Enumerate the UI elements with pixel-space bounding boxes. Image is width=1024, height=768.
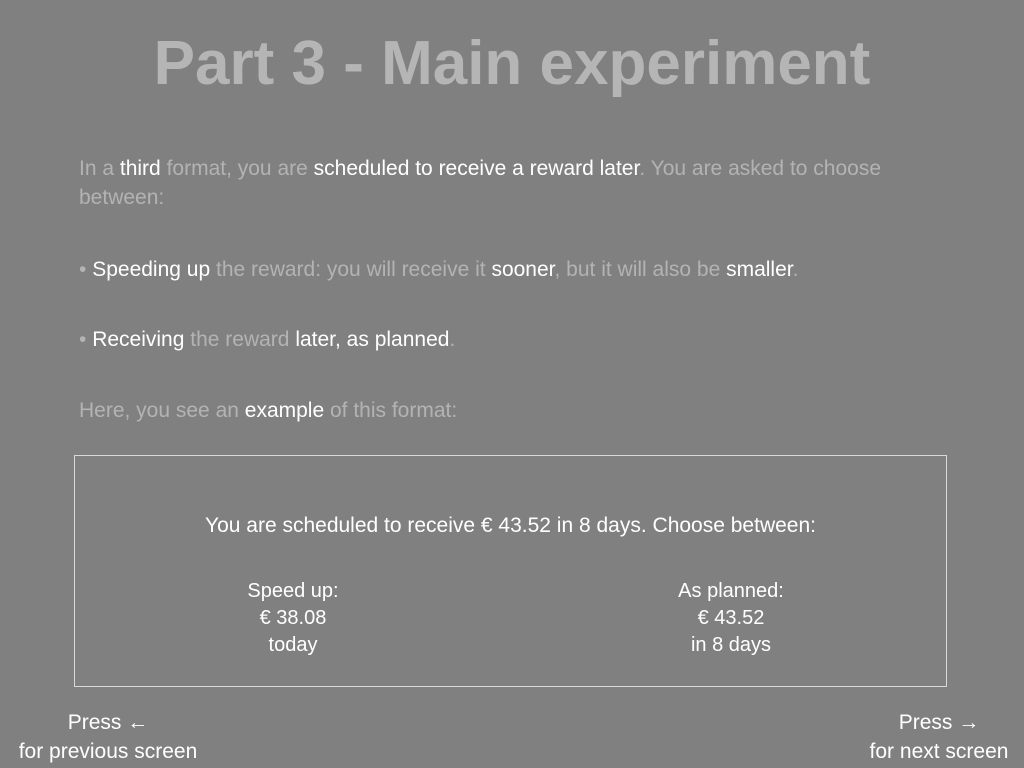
example-prompt: You are scheduled to receive € 43.52 in … <box>205 514 816 537</box>
intro-text-1: In a <box>79 157 120 180</box>
bullet1-text-2: , but it will also be <box>554 258 727 281</box>
next-screen-hint: Press → for next screen <box>856 708 1022 766</box>
option-speed-up-label: Speed up: <box>247 580 339 602</box>
previous-screen-hint: Press ← for previous screen <box>4 708 212 766</box>
example-intro: Here, you see an example of this format: <box>79 396 939 425</box>
bullet1-highlight-speeding: Speeding up <box>92 258 211 281</box>
page-title: Part 3 - Main experiment <box>153 29 871 98</box>
bullet1-text-3: . <box>792 258 799 281</box>
bullet-dot: • <box>79 328 87 351</box>
option-as-planned-amount: € 43.52 <box>697 607 765 629</box>
option-as-planned-label: As planned: <box>678 580 784 602</box>
example-intro-text-2: of this format: <box>324 399 458 422</box>
intro-paragraph: In a third format, you are scheduled to … <box>79 154 939 212</box>
option-speed-up-when: today <box>268 634 318 656</box>
example-choice-box: You are scheduled to receive € 43.52 in … <box>74 455 947 687</box>
bullet-as-planned: • Receiving the reward later, as planned… <box>79 325 939 354</box>
option-speed-up: Speed up: € 38.08 today <box>173 578 413 659</box>
option-as-planned-when: in 8 days <box>690 634 772 656</box>
option-speed-up-amount: € 38.08 <box>259 607 327 629</box>
bullet-speed-up: • Speeding up the reward: you will recei… <box>79 255 939 284</box>
bullet2-highlight-later: later, as planned <box>295 328 450 351</box>
option-as-planned: As planned: € 43.52 in 8 days <box>611 578 851 659</box>
next-screen-key: Press → <box>898 711 980 734</box>
previous-screen-key: Press ← <box>67 711 149 734</box>
intro-highlight-third: third <box>119 157 161 180</box>
bullet-dot: • <box>79 258 87 281</box>
bullet1-highlight-smaller: smaller <box>726 258 793 281</box>
bullet1-highlight-sooner: sooner <box>491 258 555 281</box>
bullet1-text-1: the reward: you will receive it <box>210 258 492 281</box>
example-intro-text-1: Here, you see an <box>79 399 245 422</box>
bullet2-highlight-receiving: Receiving <box>92 328 185 351</box>
bullet2-text-1: the reward <box>184 328 296 351</box>
next-screen-label: for next screen <box>869 740 1009 763</box>
intro-text-2: format, you are <box>160 157 314 180</box>
previous-screen-label: for previous screen <box>18 740 198 763</box>
example-intro-highlight: example <box>244 399 325 422</box>
intro-highlight-scheduled: scheduled to receive a reward later <box>313 157 640 180</box>
bullet2-text-2: . <box>449 328 456 351</box>
